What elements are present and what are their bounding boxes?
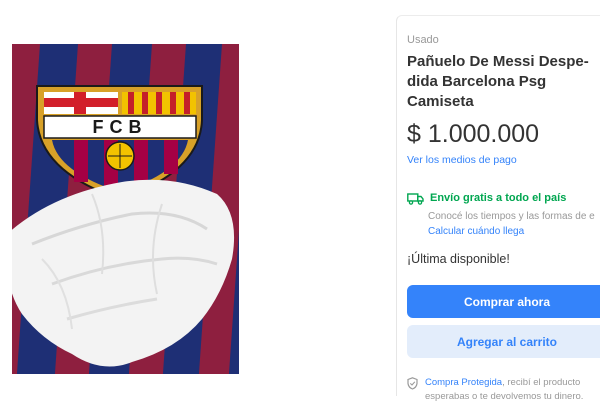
truck-icon [407, 192, 424, 205]
shipping-row: Envío gratis a todo el país [407, 192, 567, 205]
product-title-line: Pañuelo De Messi Despe- [407, 53, 589, 70]
protection-line-1: Compra Protegida, recibí el producto [425, 377, 580, 388]
stock-status: ¡Última disponible! [407, 252, 510, 266]
price: $ 1.000.000 [407, 120, 540, 148]
buy-box: Usado Pañuelo De Messi Despe- dida Barce… [396, 15, 600, 402]
product-title-line: dida Barcelona Psg [407, 73, 547, 90]
product-title: Pañuelo De Messi Despe- dida Barcelona P… [407, 52, 597, 112]
crest-text: FCB [93, 117, 148, 137]
protection-text: , recibí el producto [502, 377, 581, 388]
condition-label: Usado [407, 34, 439, 46]
buy-now-button[interactable]: Comprar ahora [407, 285, 600, 318]
calculate-delivery-link[interactable]: Calcular cuándo llega [428, 226, 524, 237]
free-shipping-text: Envío gratis a todo el país [430, 192, 567, 204]
product-title-line: Camiseta [407, 93, 474, 110]
protection-line-2: esperabas o te devolvemos tu dinero. [425, 391, 584, 402]
shipping-note: Conocé los tiempos y las formas de e [428, 211, 595, 222]
shield-icon [407, 377, 418, 390]
protected-purchase-link[interactable]: Compra Protegida [425, 377, 502, 388]
product-image[interactable]: FCB [12, 44, 239, 374]
add-to-cart-button[interactable]: Agregar al carrito [407, 325, 600, 358]
payment-methods-link[interactable]: Ver los medios de pago [407, 154, 517, 166]
